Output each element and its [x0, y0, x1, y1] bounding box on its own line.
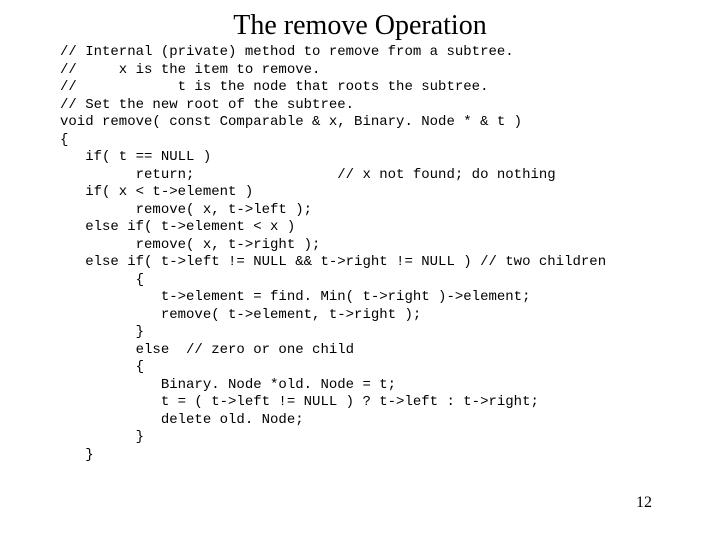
page-number: 12: [636, 494, 652, 512]
slide-container: The remove Operation // Internal (privat…: [0, 0, 720, 540]
slide-title: The remove Operation: [60, 10, 660, 42]
code-block: // Internal (private) method to remove f…: [60, 44, 660, 464]
